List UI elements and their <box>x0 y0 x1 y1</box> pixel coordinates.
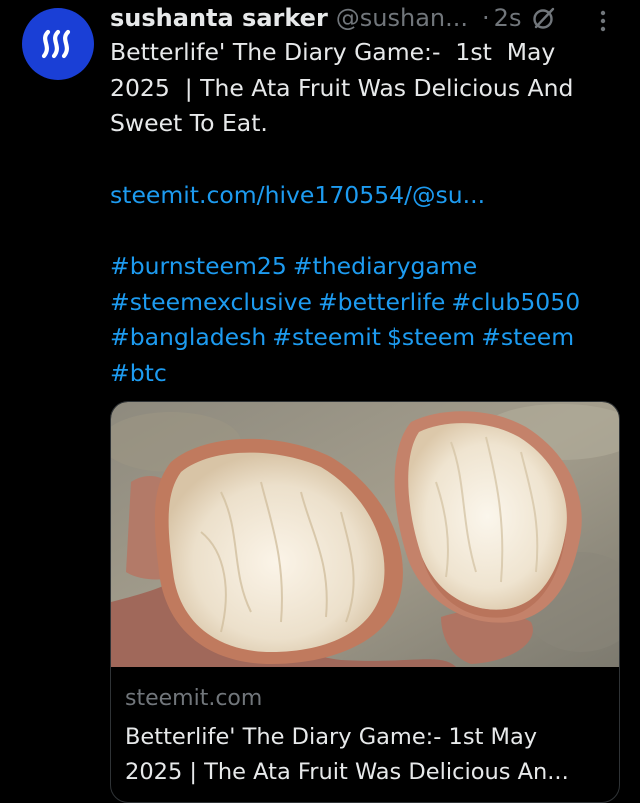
ata-fruit-photo <box>111 402 619 667</box>
tweet-timestamp[interactable]: 2s <box>494 4 522 32</box>
hashtag-line: #steemexclusive #betterlife #club5050 <box>110 285 625 321</box>
hashtag-line: #burnsteem25 #thediarygame <box>110 249 625 285</box>
hashtag[interactable]: #steem <box>481 323 574 351</box>
hashtag[interactable]: #betterlife <box>318 288 445 316</box>
grok-icon[interactable] <box>531 5 557 31</box>
tweet-text-line: Betterlife' The Diary Game:- 1st May <box>110 38 556 66</box>
separator-dot: · <box>482 4 490 32</box>
tweet-text: Betterlife' The Diary Game:- 1st May 202… <box>110 35 620 142</box>
author-handle[interactable]: @sushan... <box>336 4 468 32</box>
steem-logo-icon <box>41 29 71 59</box>
link-preview-card[interactable]: steemit.com Betterlife' The Diary Game:-… <box>110 401 620 803</box>
avatar[interactable] <box>22 8 94 80</box>
hashtag[interactable]: #club5050 <box>451 288 580 316</box>
card-title: Betterlife' The Diary Game:- 1st May 202… <box>125 720 610 790</box>
tweet-text-line: 2025 | The Ata Fruit Was Delicious And <box>110 73 574 102</box>
card-title-line: Betterlife' The Diary Game:- 1st May <box>125 724 538 750</box>
hashtag[interactable]: #steemexclusive <box>110 288 312 316</box>
cashtag[interactable]: $steem <box>387 323 475 351</box>
hashtag[interactable]: #steemit <box>272 323 381 351</box>
hashtag[interactable]: #bangladesh <box>110 323 266 351</box>
tweet-header: sushanta sarker @sushan... · 2s <box>110 0 625 36</box>
tweet-link[interactable]: steemit.com/hive170554/@su... <box>110 178 485 214</box>
more-options-icon[interactable] <box>590 6 616 36</box>
author-name[interactable]: sushanta sarker <box>110 4 328 32</box>
tweet-text-line: Sweet To Eat. <box>110 109 268 137</box>
hashtag[interactable]: #thediarygame <box>293 252 477 280</box>
card-domain: steemit.com <box>125 686 263 711</box>
card-image[interactable] <box>111 402 619 667</box>
hashtags: #burnsteem25 #thediarygame #steemexclusiv… <box>110 249 625 391</box>
hashtag-line: #bangladesh #steemit $steem #steem <box>110 320 625 356</box>
hashtag-line: #btc <box>110 356 625 392</box>
card-title-line: 2025 | The Ata Fruit Was Delicious An... <box>125 759 569 785</box>
hashtag[interactable]: #burnsteem25 <box>110 252 287 280</box>
hashtag[interactable]: #btc <box>110 359 167 387</box>
